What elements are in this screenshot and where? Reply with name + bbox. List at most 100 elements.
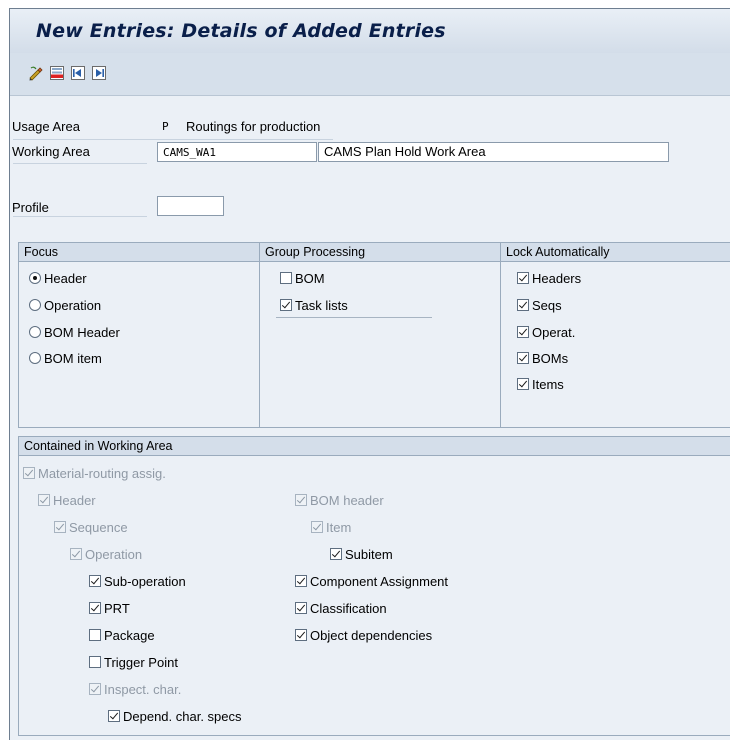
lock-headers-checkbox[interactable]: Headers [517, 269, 581, 287]
checkbox-label: Sub-operation [104, 573, 186, 589]
checkbox-icon[interactable] [517, 326, 529, 338]
checkbox-icon[interactable] [295, 602, 307, 614]
object-dependencies-checkbox[interactable]: Object dependencies [295, 626, 432, 644]
checkbox-label: Subitem [345, 546, 393, 562]
usage-area-text: Routings for production [186, 119, 321, 134]
lock-items-checkbox[interactable]: Items [517, 375, 564, 393]
checkbox-label: Header [53, 492, 96, 508]
checkbox-label: Sequence [69, 519, 128, 535]
checkbox-label: Package [104, 627, 155, 643]
working-area-input[interactable]: CAMS_WA1 [157, 142, 317, 162]
checkbox-icon[interactable] [89, 575, 101, 587]
checkbox-icon[interactable] [295, 629, 307, 641]
group-processing-bom-checkbox[interactable]: BOM [280, 269, 325, 287]
group-processing-title: Group Processing [260, 243, 500, 262]
checkbox-icon[interactable] [89, 629, 101, 641]
material-routing-assig-checkbox[interactable]: Material-routing assig. [23, 464, 166, 482]
sequence-checkbox[interactable]: Sequence [54, 518, 128, 536]
classification-checkbox[interactable]: Classification [295, 599, 387, 617]
focus-radio-operation[interactable]: Operation [29, 296, 101, 314]
item-checkbox[interactable]: Item [311, 518, 351, 536]
checkbox-icon[interactable] [38, 494, 50, 506]
trigger-point-checkbox[interactable]: Trigger Point [89, 653, 178, 671]
checkbox-label: Operation [85, 546, 143, 562]
component-assignment-checkbox[interactable]: Component Assignment [295, 572, 448, 590]
inspect-char-checkbox[interactable]: Inspect. char. [89, 680, 181, 698]
operation-checkbox[interactable]: Operation [70, 545, 142, 563]
checkbox-icon[interactable] [108, 710, 120, 722]
checkbox-icon[interactable] [89, 602, 101, 614]
checkbox-label: Classification [310, 600, 387, 616]
bom-header-checkbox[interactable]: BOM header [295, 491, 384, 509]
checkbox-label: Item [326, 519, 352, 535]
contained-group-title: Contained in Working Area [19, 437, 730, 456]
checkbox-icon[interactable] [89, 656, 101, 668]
checkbox-label: Material-routing assig. [38, 465, 166, 481]
checkbox-label: Headers [532, 270, 582, 286]
contained-in-working-area-group: Contained in Working Area Material-routi… [18, 436, 730, 736]
checkbox-label: Object dependencies [310, 627, 433, 643]
radio-button-icon[interactable] [29, 272, 41, 284]
checkbox-label: BOM header [310, 492, 384, 508]
checkbox-icon[interactable] [517, 299, 529, 311]
sap-window: New Entries: Details of Added Entries Us… [9, 8, 730, 740]
previous-entry-icon[interactable] [70, 65, 86, 81]
checkbox-label: Depend. char. specs [123, 708, 242, 724]
header-checkbox[interactable]: Header [38, 491, 96, 509]
package-checkbox[interactable]: Package [89, 626, 155, 644]
checkbox-icon[interactable] [295, 494, 307, 506]
lock-operat-checkbox[interactable]: Operat. [517, 323, 575, 341]
lock-automatically-title: Lock Automatically [501, 243, 730, 262]
radio-button-icon[interactable] [29, 326, 41, 338]
lock-boms-checkbox[interactable]: BOMs [517, 349, 568, 367]
checkbox-label: BOMs [532, 350, 569, 366]
checkbox-label: Component Assignment [310, 573, 449, 589]
checkbox-icon[interactable] [280, 272, 292, 284]
edit-icon[interactable] [28, 65, 44, 81]
checkbox-icon[interactable] [54, 521, 66, 533]
focus-radio-header[interactable]: Header [29, 269, 87, 287]
divider [276, 317, 432, 318]
depend-char-specs-checkbox[interactable]: Depend. char. specs [108, 707, 242, 725]
working-area-description[interactable]: CAMS Plan Hold Work Area [318, 142, 669, 162]
focus-radio-bom-header[interactable]: BOM Header [29, 323, 120, 341]
checkbox-icon[interactable] [311, 521, 323, 533]
lock-seqs-checkbox[interactable]: Seqs [517, 296, 562, 314]
radio-label: Header [44, 270, 87, 286]
checkbox-label: Task lists [295, 297, 348, 313]
checkbox-label: Operat. [532, 324, 576, 340]
focus-radio-bom-item[interactable]: BOM item [29, 349, 102, 367]
checkbox-icon[interactable] [517, 272, 529, 284]
checkbox-icon[interactable] [280, 299, 292, 311]
radio-button-icon[interactable] [29, 352, 41, 364]
delete-icon[interactable] [49, 65, 65, 81]
checkbox-icon[interactable] [295, 575, 307, 587]
radio-label: BOM item [44, 350, 102, 366]
radio-button-icon[interactable] [29, 299, 41, 311]
sub-operation-checkbox[interactable]: Sub-operation [89, 572, 186, 590]
profile-input[interactable] [157, 196, 224, 216]
working-area-label: Working Area [12, 144, 90, 159]
checkbox-icon[interactable] [70, 548, 82, 560]
group-processing-group: Group Processing BOM Task lists [259, 242, 501, 428]
subitem-checkbox[interactable]: Subitem [330, 545, 393, 563]
usage-area-code: P [162, 120, 169, 133]
checkbox-icon[interactable] [517, 352, 529, 364]
checkbox-icon[interactable] [330, 548, 342, 560]
page-title: New Entries: Details of Added Entries [36, 20, 446, 42]
next-entry-icon[interactable] [91, 65, 107, 81]
checkbox-label: Trigger Point [104, 654, 178, 670]
usage-area-label: Usage Area [12, 119, 80, 134]
prt-checkbox[interactable]: PRT [89, 599, 130, 617]
checkbox-icon[interactable] [23, 467, 35, 479]
application-toolbar [10, 53, 730, 96]
group-processing-task-lists-checkbox[interactable]: Task lists [280, 296, 348, 314]
checkbox-icon[interactable] [517, 378, 529, 390]
checkbox-icon[interactable] [89, 683, 101, 695]
profile-label: Profile [12, 200, 49, 215]
checkbox-label: Inspect. char. [104, 681, 182, 697]
checkbox-label: Items [532, 376, 564, 392]
focus-group: Focus Header Operation BOM Header BOM it… [18, 242, 260, 428]
screen-content: Usage Area P Routings for production Wor… [10, 96, 730, 740]
checkbox-label: Seqs [532, 297, 562, 313]
